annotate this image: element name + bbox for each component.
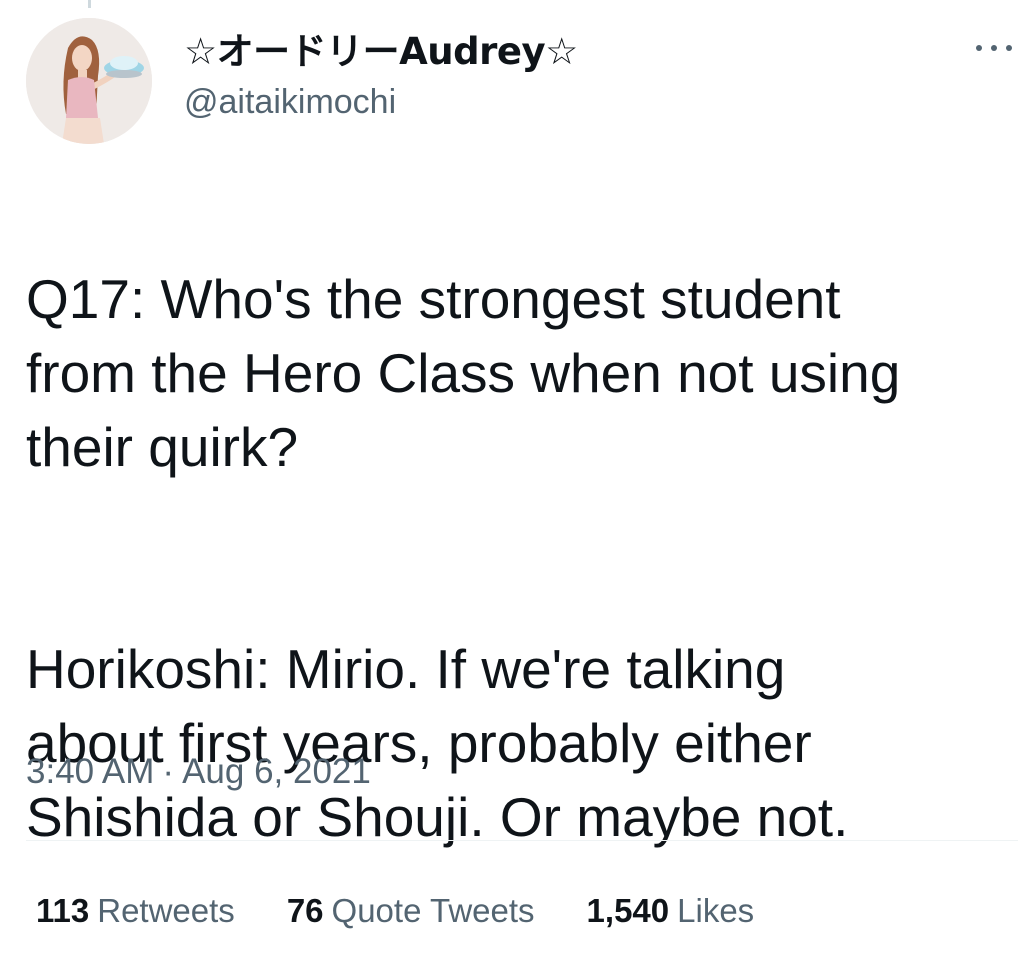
- engagement-stats: 113 Retweets 76 Quote Tweets 1,540 Likes: [36, 888, 806, 934]
- more-options-icon[interactable]: [972, 36, 1016, 60]
- tweet-header: ☆オードリーAudrey☆ @aitaikimochi: [26, 18, 1018, 148]
- tweet-timestamp[interactable]: 3:40 AM · Aug 6, 2021: [26, 748, 371, 796]
- tweet-card: ☆オードリーAudrey☆ @aitaikimochi Q17: Who's t…: [0, 0, 1034, 954]
- quote-tweets-count: 76: [286, 892, 324, 929]
- retweets-count: 113: [36, 892, 90, 929]
- tweet-paragraph-question: Q17: Who's the strongest student from th…: [26, 268, 901, 478]
- dot: [1006, 45, 1012, 51]
- author-display-name[interactable]: ☆オードリーAudrey☆: [184, 28, 578, 76]
- author-names: ☆オードリーAudrey☆ @aitaikimochi: [184, 28, 578, 126]
- dot: [976, 45, 982, 51]
- retweets-label: Retweets: [97, 892, 235, 929]
- likes-stat[interactable]: 1,540 Likes: [587, 888, 755, 934]
- likes-count: 1,540: [586, 892, 670, 929]
- tweet-time: 3:40 AM: [26, 752, 155, 791]
- author-handle[interactable]: @aitaikimochi: [184, 78, 578, 126]
- quote-tweets-label: Quote Tweets: [331, 892, 535, 929]
- likes-label: Likes: [677, 892, 755, 929]
- tweet-paragraph-answer: Horikoshi: Mirio. If we're talking about…: [26, 638, 849, 848]
- tweet-date: Aug 6, 2021: [182, 752, 371, 791]
- stats-divider: [26, 840, 1018, 841]
- retweets-stat[interactable]: 113 Retweets: [36, 888, 235, 934]
- dot: [991, 45, 997, 51]
- profile-photo-icon: [26, 18, 152, 144]
- quote-tweets-stat[interactable]: 76 Quote Tweets: [287, 888, 535, 934]
- timestamp-separator: ·: [162, 752, 175, 791]
- thread-connector-line: [88, 0, 91, 8]
- avatar[interactable]: [26, 18, 152, 144]
- tweet-text: Q17: Who's the strongest student from th…: [26, 188, 1016, 928]
